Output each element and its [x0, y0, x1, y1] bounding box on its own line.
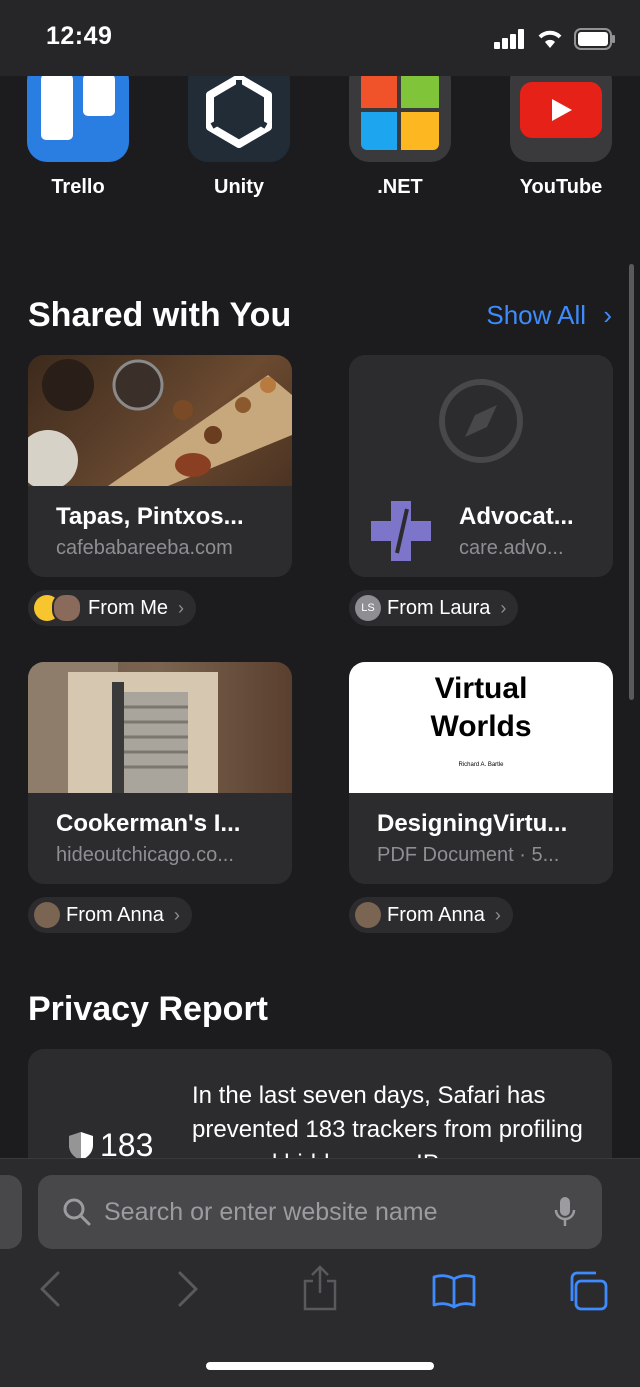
card-subtitle: care.advo...: [459, 537, 564, 559]
favorite-label: YouTube: [519, 176, 603, 198]
shared-card-tapas[interactable]: Tapas, Pintxos... cafebabareeba.com: [28, 355, 292, 577]
tracker-count-value: 183: [100, 1127, 154, 1160]
from-laura-chip[interactable]: LS From Laura ›: [349, 590, 519, 626]
privacy-report-text: In the last seven days, Safari has preve…: [192, 1082, 583, 1160]
show-all-label: Show All: [486, 300, 587, 330]
scroll-indicator[interactable]: [629, 264, 634, 700]
from-anna-chip[interactable]: From Anna ›: [349, 897, 513, 933]
tabs-icon[interactable]: [566, 1271, 608, 1311]
cellular-signal-icon: [494, 29, 524, 49]
favorite-label: Trello: [51, 176, 105, 198]
share-icon[interactable]: [302, 1265, 338, 1311]
compass-icon: [437, 377, 525, 470]
chip-label: From Anna: [387, 903, 485, 926]
avatar: [34, 902, 60, 928]
status-time: 12:49: [46, 22, 113, 50]
shield-icon: [69, 1131, 93, 1160]
forward-icon[interactable]: [176, 1269, 200, 1309]
favorite-label: Unity: [214, 176, 264, 198]
pdf-preview: Virtual Worlds Richard A. Bartle: [349, 662, 613, 793]
pdf-preview-title: Virtual: [434, 672, 528, 705]
favorite-unity[interactable]: Unity: [187, 60, 291, 199]
chevron-right-icon: ›: [173, 904, 180, 925]
avatar: [52, 593, 82, 623]
shared-with-you-title: Shared with You: [28, 296, 292, 334]
chip-label: From Me: [88, 596, 168, 619]
card-title: Cookerman's I...: [56, 810, 241, 837]
start-page: Trello Unity .NET YouTube Shared with Yo…: [0, 0, 640, 1160]
avatar: [355, 902, 381, 928]
chip-label: From Laura: [387, 596, 491, 619]
wifi-icon: [538, 30, 562, 48]
battery-icon: [574, 28, 615, 50]
favorite-label: .NET: [377, 176, 423, 198]
chip-label: From Anna: [66, 903, 164, 926]
previous-tab-preview[interactable]: [0, 1175, 22, 1249]
card-subtitle: cafebabareeba.com: [56, 537, 233, 559]
status-bar: 12:49: [0, 0, 640, 76]
privacy-report-card[interactable]: 183 In the last seven days, Safari has p…: [28, 1049, 612, 1160]
from-anna-chip[interactable]: From Anna ›: [28, 897, 192, 933]
shared-card-cookerman[interactable]: Cookerman's I... hideoutchicago.co...: [28, 662, 292, 884]
back-icon[interactable]: [38, 1269, 62, 1309]
card-title: DesigningVirtu...: [377, 810, 568, 837]
search-icon: [63, 1198, 91, 1226]
privacy-report-title: Privacy Report: [28, 990, 268, 1028]
shared-card-advocate[interactable]: Advocat... care.advo...: [349, 355, 613, 577]
card-title: Advocat...: [459, 503, 574, 530]
musician-photo: [28, 662, 292, 793]
bookmarks-icon[interactable]: [432, 1273, 476, 1309]
avatar: LS: [355, 595, 381, 621]
favorite-dotnet[interactable]: .NET: [348, 60, 452, 199]
card-subtitle: PDF Document · 5...: [377, 844, 560, 866]
card-subtitle: hideoutchicago.co...: [56, 844, 234, 866]
show-all-link[interactable]: Show All ›: [486, 300, 612, 331]
card-title: Tapas, Pintxos...: [56, 503, 244, 530]
search-input[interactable]: Search or enter website name: [104, 1198, 438, 1227]
search-bar[interactable]: Search or enter website name: [38, 1175, 602, 1249]
shared-card-designing-virtual-worlds[interactable]: Virtual Worlds Richard A. Bartle Designi…: [349, 662, 613, 884]
home-indicator: [206, 1362, 434, 1370]
tapas-photo: [28, 355, 292, 490]
pdf-preview-author: Richard A. Bartle: [458, 762, 504, 768]
favorite-trello[interactable]: Trello: [26, 60, 130, 199]
chevron-right-icon: ›: [500, 597, 507, 618]
pdf-preview-title-2: Worlds: [430, 710, 532, 743]
advocate-logo-icon: [369, 499, 433, 568]
tracker-count: 183: [68, 1127, 153, 1160]
favorite-youtube[interactable]: YouTube: [509, 60, 613, 199]
bottom-toolbar: Search or enter website name: [0, 1158, 640, 1387]
chevron-right-icon: ›: [603, 300, 612, 330]
chevron-right-icon: ›: [494, 904, 501, 925]
chevron-right-icon: ›: [178, 597, 184, 618]
microphone-icon[interactable]: [554, 1196, 576, 1228]
from-me-chip[interactable]: From Me ›: [28, 590, 196, 626]
